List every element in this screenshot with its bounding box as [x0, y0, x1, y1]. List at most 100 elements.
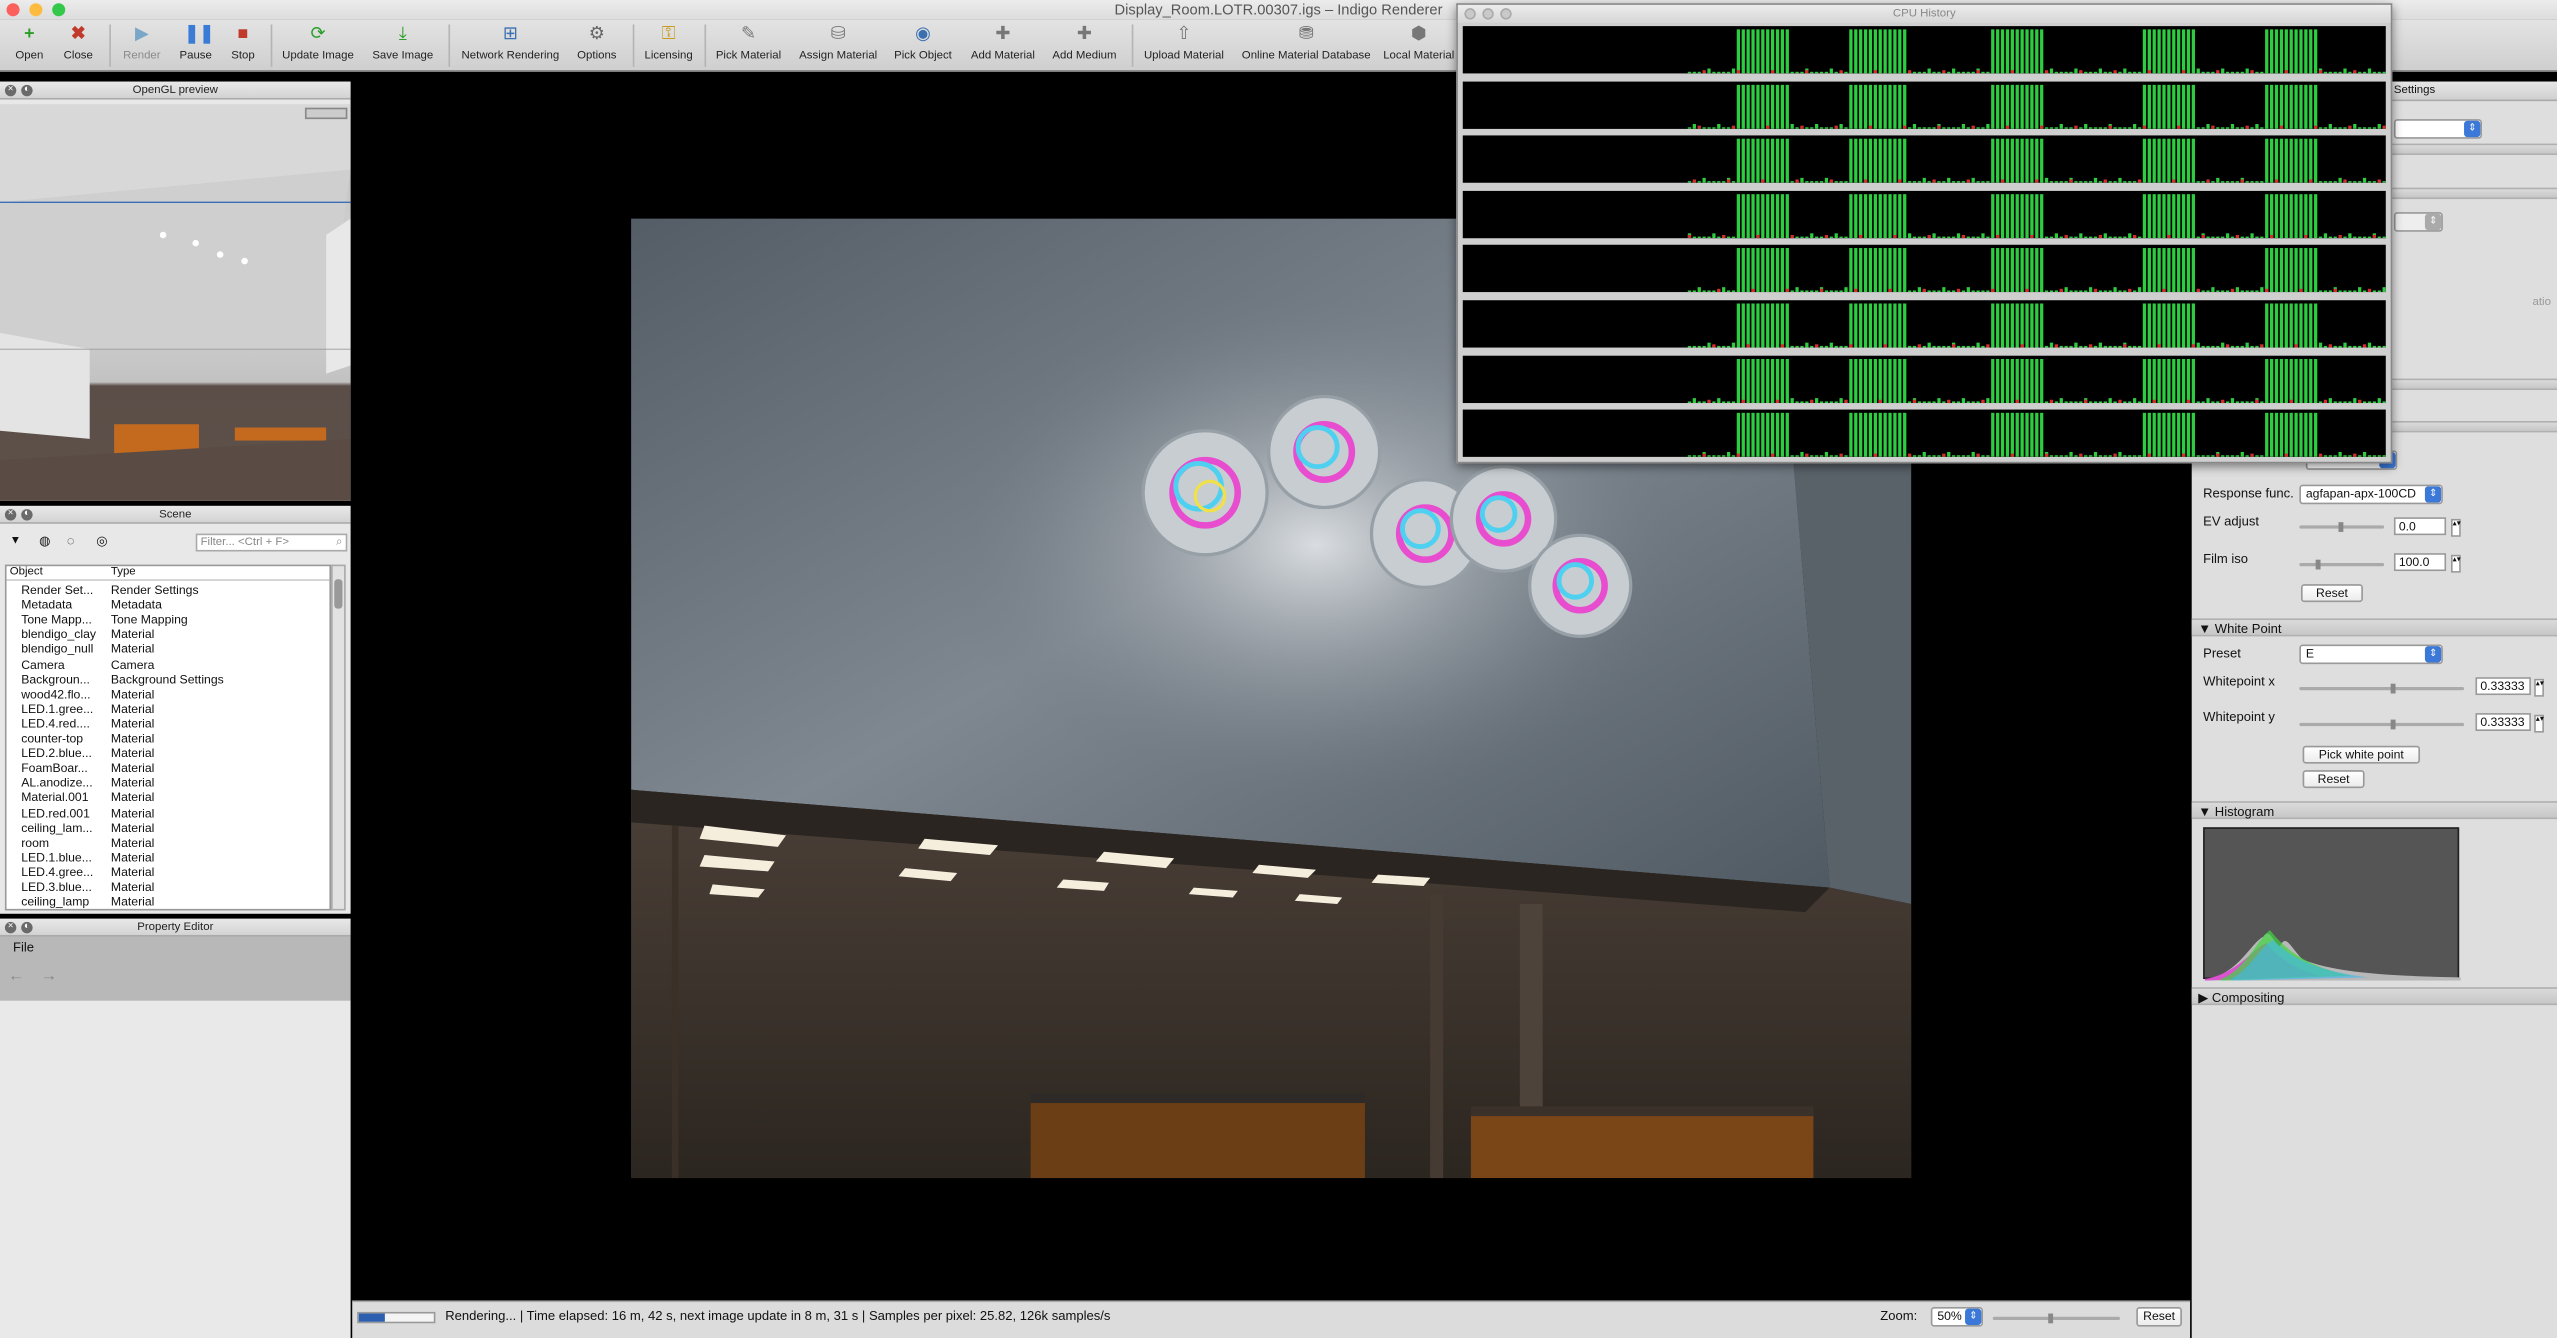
scene-tree-row[interactable]: Material.001 Material	[7, 790, 330, 805]
scene-tree-row[interactable]: Camera Camera	[7, 657, 330, 672]
pick-white-point-button[interactable]: Pick white point	[2302, 745, 2421, 764]
pause-button[interactable]: ❚❚ Pause	[174, 20, 216, 72]
scene-tree-row[interactable]: Render Set... Render Settings	[7, 583, 330, 598]
scene-tree-header: Object Type	[6, 566, 330, 581]
scene-tree-row[interactable]: counter-top Material	[7, 731, 330, 746]
zoom-select[interactable]: 50% ⇕	[1930, 1306, 1983, 1327]
scene-tree-row[interactable]: blendigo_null Material	[7, 642, 330, 657]
compositing-section-header[interactable]: ▶ Compositing	[2191, 987, 2557, 1006]
float-panel-icon[interactable]: ◐	[21, 84, 33, 97]
white-point-section-header[interactable]: ▼ White Point	[2191, 618, 2557, 637]
file-menu[interactable]: File	[13, 940, 34, 955]
save-image-button[interactable]: ⤓ Save Image	[369, 20, 437, 72]
close-panel-icon[interactable]: ×	[4, 921, 17, 934]
scene-filter-input[interactable]: Filter... <Ctrl + F> ⌕	[195, 533, 348, 552]
whitepoint-x-stepper[interactable]: ▴▾	[2534, 678, 2544, 697]
duplicate-object-icon[interactable]: ◎	[96, 534, 107, 549]
film-iso-input[interactable]: 100.0	[2393, 553, 2447, 572]
ev-adjust-slider[interactable]	[2299, 522, 2385, 532]
close-panel-icon[interactable]: ×	[4, 84, 17, 97]
add-medium-button[interactable]: ✚ Add Medium	[1047, 20, 1122, 72]
slider-knob[interactable]	[2048, 1313, 2054, 1324]
back-arrow-icon[interactable]: ←	[8, 968, 24, 986]
slider-knob[interactable]	[2338, 522, 2344, 532]
scene-tree-row[interactable]: LED.2.blue... Material	[7, 746, 330, 761]
whitepoint-y-input[interactable]: 0.33333	[2475, 713, 2531, 732]
ev-adjust-input[interactable]: 0.0	[2393, 517, 2447, 536]
scene-tree[interactable]: Object Type Render Set... Render Settings…	[4, 564, 332, 911]
scene-tree-row[interactable]: Backgroun... Background Settings	[7, 672, 330, 687]
scene-tree-row[interactable]: Tone Mapp... Tone Mapping	[7, 612, 330, 627]
cpu-history-window[interactable]: CPU History	[1456, 3, 2393, 464]
window-minimize-button[interactable]	[1482, 8, 1494, 20]
pick-material-button[interactable]: ✎ Pick Material	[713, 20, 785, 72]
slider-knob[interactable]	[2315, 559, 2321, 570]
licensing-button[interactable]: ⚿ Licensing	[641, 20, 696, 72]
float-panel-icon[interactable]: ◐	[21, 509, 33, 521]
update-image-button[interactable]: ⟳ Update Image	[280, 20, 355, 72]
close-panel-icon[interactable]: ×	[4, 509, 17, 521]
scene-tree-row[interactable]: LED.3.blue... Material	[7, 879, 330, 894]
float-panel-icon[interactable]: ◐	[21, 921, 33, 934]
add-medium-icon: ✚	[1076, 24, 1092, 45]
scene-tree-row[interactable]: LED.4.red.... Material	[7, 716, 330, 731]
response-func-select[interactable]: agfapan-apx-100CD ⇕	[2299, 484, 2443, 505]
delete-object-icon[interactable]: ◌	[67, 534, 75, 549]
assign-material-button[interactable]: ⛁ Assign Material	[796, 20, 881, 72]
local-material-button[interactable]: ⬢ Local Material	[1383, 20, 1455, 72]
scene-tree-row[interactable]: wood42.flo... Material	[7, 686, 330, 701]
collapse-icon[interactable]: ▼	[10, 535, 21, 546]
scene-tree-row[interactable]: AL.anodize... Material	[7, 776, 330, 791]
scene-tree-row[interactable]: ceiling_lam... Material	[7, 820, 330, 835]
network-rendering-button[interactable]: ⊞ Network Rendering	[458, 20, 562, 72]
options-button[interactable]: ⚙ Options	[572, 20, 621, 72]
partial-select[interactable]: ⇕	[2393, 212, 2443, 232]
column-header-object[interactable]: Object	[10, 566, 43, 577]
open-button[interactable]: + Open	[10, 20, 49, 72]
add-object-icon[interactable]: ◍	[39, 534, 50, 549]
scene-tree-row[interactable]: blendigo_clay Material	[7, 627, 330, 642]
app-window: Display_Room.LOTR.00307.igs – Indigo Ren…	[0, 0, 2557, 1338]
window-close-button[interactable]	[1464, 8, 1476, 20]
add-material-button[interactable]: ✚ Add Material	[965, 20, 1040, 72]
white-point-reset-button[interactable]: Reset	[2302, 770, 2365, 789]
stop-button[interactable]: ■ Stop	[225, 20, 261, 72]
whitepoint-y-slider[interactable]	[2299, 719, 2465, 730]
tonemapping-reset-button[interactable]: Reset	[2300, 584, 2363, 603]
scrollbar-thumb[interactable]	[334, 579, 343, 609]
whitepoint-x-slider[interactable]	[2299, 683, 2465, 694]
settings-select[interactable]: ⇕	[2393, 119, 2482, 139]
scene-tree-scrollbar[interactable]	[331, 564, 346, 911]
slider-knob[interactable]	[2390, 719, 2396, 730]
forward-arrow-icon[interactable]: →	[41, 968, 57, 986]
histogram-section-header[interactable]: ▼ Histogram	[2191, 801, 2557, 820]
window-zoom-button[interactable]	[1500, 8, 1512, 20]
scene-tree-row[interactable]: LED.4.gree... Material	[7, 865, 330, 880]
online-material-database-button[interactable]: ⛃ Online Material Database	[1238, 20, 1375, 72]
ev-adjust-stepper[interactable]: ▴▾	[2451, 518, 2461, 537]
film-iso-slider[interactable]	[2299, 559, 2385, 570]
whitepoint-y-stepper[interactable]: ▴▾	[2534, 714, 2544, 733]
opengl-viewport[interactable]	[0, 104, 351, 501]
settings-tab[interactable]: Settings	[2394, 85, 2435, 96]
scene-tree-row[interactable]: LED.1.gree... Material	[7, 701, 330, 716]
scene-tree-row[interactable]: LED.1.blue... Material	[7, 850, 330, 865]
scene-tree-row[interactable]: LED.red.001 Material	[7, 805, 330, 820]
film-iso-stepper[interactable]: ▴▾	[2451, 554, 2461, 573]
scene-tree-row[interactable]: ceiling_lamp Material	[7, 894, 330, 909]
zoom-slider[interactable]	[1992, 1313, 2120, 1324]
upload-material-button[interactable]: ⇧ Upload Material	[1142, 20, 1227, 72]
close-button[interactable]: ✖ Close	[59, 20, 98, 72]
whitepoint-x-input[interactable]: 0.33333	[2475, 677, 2531, 696]
slider-knob[interactable]	[2390, 683, 2396, 694]
scene-tree-row[interactable]: room Material	[7, 835, 330, 850]
zoom-reset-button[interactable]: Reset	[2136, 1306, 2182, 1327]
preset-select[interactable]: E ⇕	[2299, 644, 2443, 665]
viewport-controls[interactable]	[304, 107, 348, 120]
scene-tree-row[interactable]: Metadata Metadata	[7, 597, 330, 613]
scene-tree-row[interactable]: FoamBoar... Material	[7, 761, 330, 776]
render-button[interactable]: ▶ Render	[119, 20, 165, 72]
pick-object-button[interactable]: ◉ Pick Object	[890, 20, 955, 72]
scene-object-type: Metadata	[110, 597, 162, 613]
column-header-type[interactable]: Type	[111, 566, 136, 577]
